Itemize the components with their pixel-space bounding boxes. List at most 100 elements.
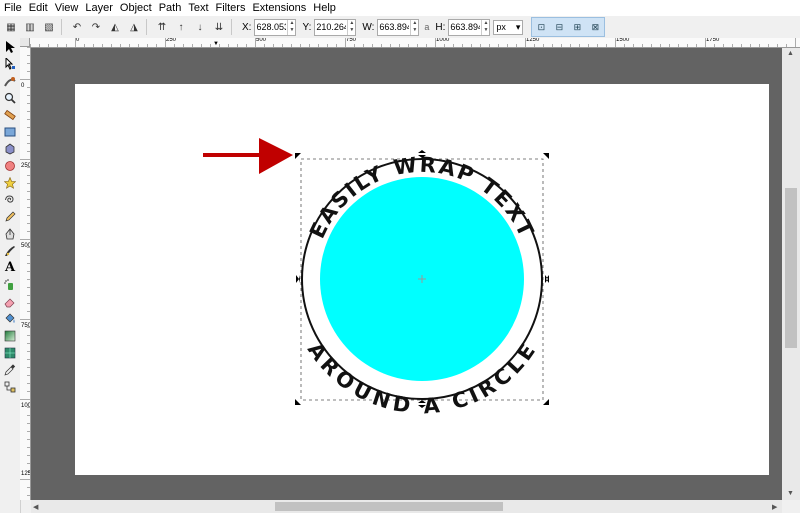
deselect-icon[interactable]: ▧ bbox=[41, 19, 57, 35]
w-spinbox[interactable]: ▲▼ bbox=[377, 18, 420, 36]
calligraphy-icon[interactable] bbox=[2, 243, 18, 258]
w-spin-arrows-icon[interactable]: ▲ ▼ bbox=[410, 19, 418, 35]
h-spin-arrows-icon[interactable]: ▲ ▼ bbox=[481, 19, 489, 35]
x-input[interactable] bbox=[255, 20, 288, 34]
horizontal-ruler-ticks bbox=[30, 38, 796, 47]
y-spinbox[interactable]: ▲▼ bbox=[314, 18, 357, 36]
v-ruler-label: 250 bbox=[21, 163, 31, 169]
select-all-layers-icon[interactable]: ▥ bbox=[22, 19, 38, 35]
handle-left[interactable] bbox=[296, 275, 300, 283]
spiral-icon[interactable] bbox=[2, 192, 18, 207]
v-ruler-label: 1250 bbox=[21, 471, 31, 477]
dropper-icon[interactable] bbox=[2, 362, 18, 377]
gradient-icon[interactable] bbox=[2, 328, 18, 343]
h-label: H: bbox=[435, 21, 446, 33]
drawing-layer: EASILY WRAP TEXT AROUND A CIRCLE bbox=[203, 138, 549, 418]
x-label: X: bbox=[242, 21, 252, 33]
select-arrow-icon[interactable] bbox=[2, 39, 18, 54]
paint-bucket-icon[interactable] bbox=[2, 311, 18, 326]
raise-to-top-icon[interactable]: ⇈ bbox=[154, 19, 170, 35]
lower-icon[interactable]: ↓ bbox=[192, 19, 208, 35]
node-edit-icon[interactable] bbox=[2, 56, 18, 71]
menu-bar: File Edit View Layer Object Path Text Fi… bbox=[0, 0, 800, 16]
scroll-up-icon[interactable]: ▲ bbox=[787, 50, 794, 57]
y-input[interactable] bbox=[315, 20, 348, 34]
handle-top-right[interactable] bbox=[543, 153, 549, 159]
horizontal-ruler[interactable]: 0 250 500 750 1000 1250 1500 1750 ▼ bbox=[30, 38, 800, 48]
red-arrow bbox=[203, 138, 293, 174]
y-spin-arrows-icon[interactable]: ▲ ▼ bbox=[347, 19, 355, 35]
text-icon[interactable]: A bbox=[2, 260, 18, 275]
h-ruler-label: 250 bbox=[166, 38, 177, 43]
handle-right[interactable] bbox=[545, 275, 549, 283]
menu-object[interactable]: Object bbox=[117, 2, 155, 14]
ellipse-icon[interactable] bbox=[2, 158, 18, 173]
scale-corners-icon[interactable]: ⊟ bbox=[551, 19, 567, 35]
scroll-left-icon[interactable]: ◀ bbox=[33, 503, 38, 511]
rotate-ccw-icon[interactable]: ↶ bbox=[69, 19, 85, 35]
menu-extensions[interactable]: Extensions bbox=[249, 2, 309, 14]
scroll-right-icon[interactable]: ▶ bbox=[772, 503, 777, 511]
measure-icon[interactable] bbox=[2, 107, 18, 122]
raise-icon[interactable]: ↑ bbox=[173, 19, 189, 35]
h-input[interactable] bbox=[449, 20, 482, 34]
eraser-icon[interactable] bbox=[2, 294, 18, 309]
spray-icon[interactable] bbox=[2, 277, 18, 292]
menu-view[interactable]: View bbox=[52, 2, 82, 14]
h-ruler-label: 0 bbox=[76, 38, 80, 43]
pen-icon[interactable] bbox=[2, 226, 18, 241]
tweak-icon[interactable] bbox=[2, 73, 18, 88]
handle-top-left[interactable] bbox=[295, 153, 301, 159]
transform-toggles: ⊡ ⊟ ⊞ ⊠ bbox=[531, 17, 606, 37]
menu-filters[interactable]: Filters bbox=[213, 2, 249, 14]
transform-gradients-icon[interactable]: ⊞ bbox=[569, 19, 585, 35]
vertical-ruler-ticks bbox=[20, 47, 30, 496]
canvas[interactable]: EASILY WRAP TEXT AROUND A CIRCLE bbox=[31, 48, 782, 500]
pencil-icon[interactable] bbox=[2, 209, 18, 224]
menu-text[interactable]: Text bbox=[185, 2, 211, 14]
separator bbox=[146, 19, 147, 35]
vertical-scrollbar[interactable]: ▲ ▼ bbox=[782, 48, 800, 500]
separator bbox=[61, 19, 62, 35]
rectangle-icon[interactable] bbox=[2, 124, 18, 139]
lower-to-bottom-icon[interactable]: ⇊ bbox=[211, 19, 227, 35]
connector-icon[interactable] bbox=[2, 379, 18, 394]
rotate-cw-icon[interactable]: ↷ bbox=[88, 19, 104, 35]
horizontal-scrollbar[interactable]: ◀ ▶ bbox=[31, 500, 782, 513]
select-all-icon[interactable]: ▦ bbox=[3, 19, 19, 35]
flip-horizontal-icon[interactable]: ◭ bbox=[107, 19, 123, 35]
v-ruler-label: 1000 bbox=[21, 403, 31, 409]
x-spinbox[interactable]: ▲▼ bbox=[254, 18, 297, 36]
transform-patterns-icon[interactable]: ⊠ bbox=[587, 19, 603, 35]
lock-ratio-icon[interactable]: a bbox=[424, 22, 429, 32]
menu-help[interactable]: Help bbox=[310, 2, 339, 14]
scroll-down-icon[interactable]: ▼ bbox=[787, 490, 794, 497]
h-spinbox[interactable]: ▲▼ bbox=[448, 18, 491, 36]
menu-layer[interactable]: Layer bbox=[82, 2, 116, 14]
zoom-icon[interactable] bbox=[2, 90, 18, 105]
handle-bottom-right[interactable] bbox=[543, 399, 549, 405]
menu-path[interactable]: Path bbox=[156, 2, 185, 14]
w-input[interactable] bbox=[378, 20, 411, 34]
tool-controls-bar: ▦ ▥ ▧ ↶ ↷ ◭ ◮ ⇈ ↑ ↓ ⇊ X: ▲▼ Y: ▲▼ W: ▲▼ … bbox=[0, 16, 800, 39]
vertical-ruler[interactable]: 0 250 500 750 1000 1250 bbox=[20, 47, 31, 500]
h-ruler-label: 750 bbox=[346, 38, 357, 43]
star-icon[interactable] bbox=[2, 175, 18, 190]
x-spin-arrows-icon[interactable]: ▲ ▼ bbox=[287, 19, 295, 35]
unit-dropdown[interactable]: px ▾ bbox=[493, 19, 524, 35]
horizontal-scroll-thumb[interactable] bbox=[275, 502, 503, 511]
h-ruler-label: 1000 bbox=[436, 38, 450, 43]
ruler-pointer-icon: ▼ bbox=[213, 41, 219, 47]
v-ruler-label: 500 bbox=[21, 243, 31, 249]
flip-vertical-icon[interactable]: ◮ bbox=[126, 19, 142, 35]
vertical-scroll-thumb[interactable] bbox=[785, 188, 797, 348]
separator bbox=[231, 19, 232, 35]
mesh-icon[interactable] bbox=[2, 345, 18, 360]
menu-edit[interactable]: Edit bbox=[26, 2, 51, 14]
box3d-icon[interactable] bbox=[2, 141, 18, 156]
chevron-down-icon: ▾ bbox=[515, 21, 521, 32]
unit-value: px bbox=[496, 22, 506, 32]
handle-bottom-left[interactable] bbox=[295, 399, 301, 405]
menu-file[interactable]: File bbox=[1, 2, 25, 14]
scale-stroke-icon[interactable]: ⊡ bbox=[533, 19, 549, 35]
